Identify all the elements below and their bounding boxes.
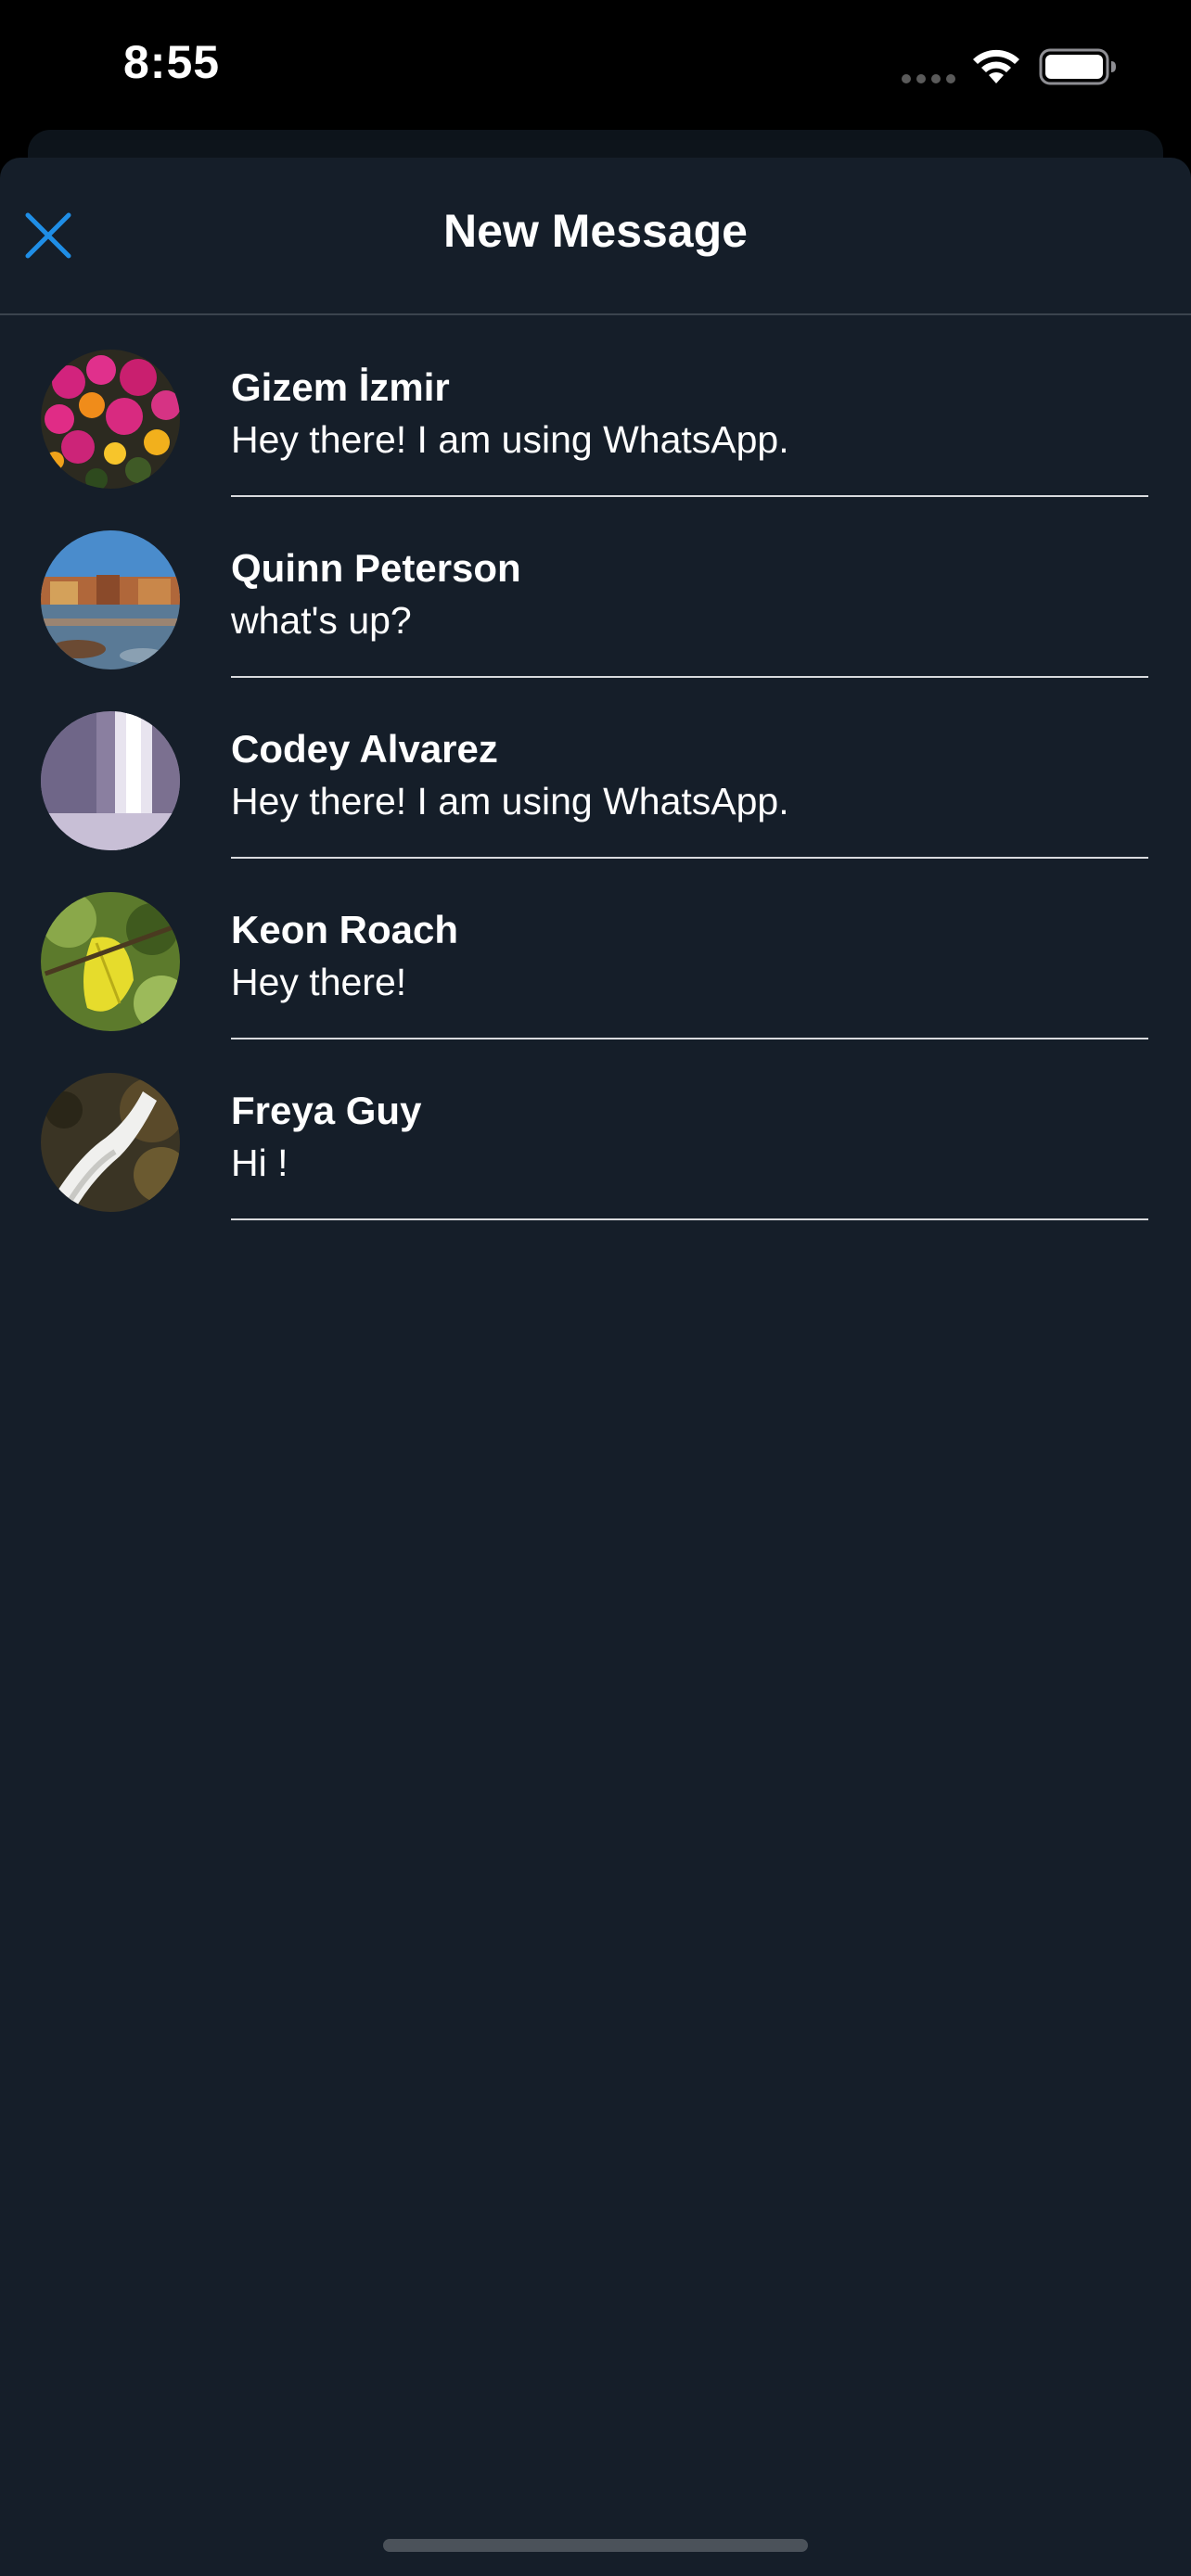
contact-name: Quinn Peterson — [231, 546, 521, 590]
divider — [231, 1218, 1148, 1220]
contact-status: Hi ! — [231, 1141, 288, 1184]
contact-text: Gizem İzmir Hey there! I am using WhatsA… — [231, 363, 1148, 465]
contact-text: Codey Alvarez Hey there! I am using What… — [231, 725, 1148, 827]
contact-row[interactable]: Freya Guy Hi ! — [0, 1039, 1191, 1220]
page-title: New Message — [443, 205, 748, 257]
contact-name: Gizem İzmir — [231, 365, 450, 409]
contact-name: Keon Roach — [231, 908, 459, 951]
new-message-sheet: New Message Gizem İzmir Hey there! I am … — [0, 158, 1191, 2576]
home-indicator[interactable] — [383, 2539, 808, 2552]
contact-row[interactable]: Quinn Peterson what's up? — [0, 496, 1191, 678]
battery-icon — [1039, 48, 1116, 85]
contact-text: Keon Roach Hey there! — [231, 906, 1148, 1008]
contact-row[interactable]: Gizem İzmir Hey there! I am using WhatsA… — [0, 315, 1191, 497]
contact-status: Hey there! — [231, 961, 407, 1003]
status-time: 8:55 — [123, 36, 221, 88]
contact-status: Hey there! I am using WhatsApp. — [231, 780, 789, 823]
signal-dots-icon — [902, 74, 955, 83]
contact-name: Freya Guy — [231, 1089, 422, 1132]
sheet-header: New Message — [0, 158, 1191, 315]
contact-row[interactable]: Keon Roach Hey there! — [0, 858, 1191, 1039]
contact-text: Freya Guy Hi ! — [231, 1087, 1148, 1189]
contact-status: what's up? — [231, 599, 412, 642]
stream-avatar — [41, 1073, 180, 1212]
river-town-avatar — [41, 530, 180, 670]
flowers-avatar — [41, 350, 180, 489]
waterfall-avatar — [41, 711, 180, 850]
wifi-icon — [973, 49, 1019, 83]
contact-text: Quinn Peterson what's up? — [231, 544, 1148, 646]
contact-row[interactable]: Codey Alvarez Hey there! I am using What… — [0, 677, 1191, 859]
contact-status: Hey there! I am using WhatsApp. — [231, 418, 789, 461]
status-bar: 8:55 — [0, 0, 1191, 130]
contact-name: Codey Alvarez — [231, 727, 498, 771]
contact-list: Gizem İzmir Hey there! I am using WhatsA… — [0, 315, 1191, 1220]
leaf-avatar — [41, 892, 180, 1031]
